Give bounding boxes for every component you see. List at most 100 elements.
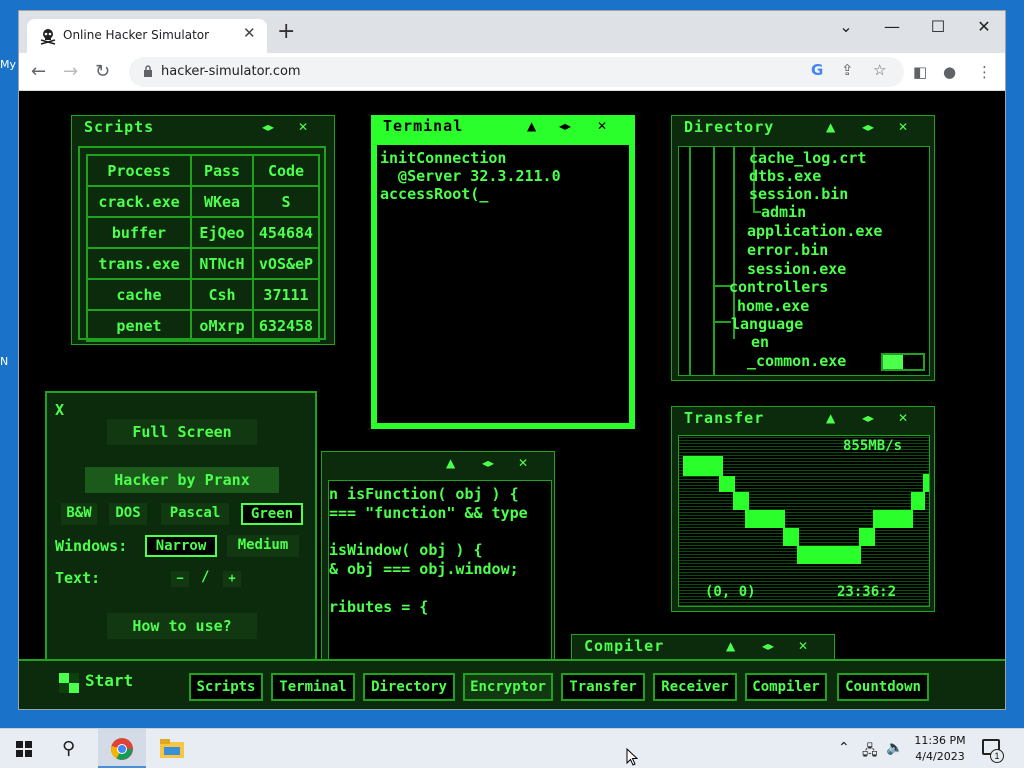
scripts-table-frame: Process Pass Code crack.exe WKea S buffe… xyxy=(78,146,326,342)
close-icon[interactable]: ✕ xyxy=(518,456,528,470)
chevron-up-icon[interactable]: ⌃ xyxy=(838,740,850,756)
profile-avatar[interactable]: ● xyxy=(943,63,956,81)
table-cell: oMxrp xyxy=(190,309,254,342)
menu-icon[interactable]: ⋮ xyxy=(977,63,992,81)
system-clock[interactable]: 11:36 PM 4/4/2023 xyxy=(912,733,968,765)
volume-icon[interactable]: 🔈 xyxy=(886,740,903,756)
resize-icon[interactable]: ◂▸ xyxy=(762,639,774,653)
back-button[interactable]: ← xyxy=(31,61,46,82)
arrow-up-icon[interactable]: ▲ xyxy=(826,120,835,134)
resize-icon[interactable]: ◂▸ xyxy=(559,119,571,133)
color-option-green[interactable]: Green xyxy=(241,503,303,525)
text-decrease-button[interactable]: − xyxy=(171,571,189,587)
text-increase-button[interactable]: + xyxy=(223,571,241,587)
folder-item[interactable]: language xyxy=(731,315,803,333)
file-item[interactable]: error.bin xyxy=(747,241,828,259)
terminal-panel[interactable]: Terminal ▲ ◂▸ ✕ initConnection @Server 3… xyxy=(371,115,635,429)
notification-icon[interactable]: 1 xyxy=(982,739,1004,763)
table-header: Code xyxy=(252,154,320,187)
resize-icon[interactable]: ◂▸ xyxy=(862,120,874,134)
arrow-up-icon[interactable]: ▲ xyxy=(726,639,735,653)
file-item[interactable]: application.exe xyxy=(747,222,882,240)
table-cell: penet xyxy=(86,309,192,342)
network-icon[interactable]: 🖧 xyxy=(862,740,878,764)
search-icon[interactable]: ⚲ xyxy=(62,738,75,759)
terminal-line: initConnection xyxy=(380,149,507,167)
file-item[interactable]: dtbs.exe xyxy=(749,167,821,185)
chrome-taskbar-item[interactable] xyxy=(98,729,146,768)
file-item[interactable]: _common.exe xyxy=(747,352,846,370)
file-item[interactable]: cache_log.crt xyxy=(749,149,866,167)
skull-icon xyxy=(40,29,56,45)
file-explorer-icon[interactable] xyxy=(160,739,184,759)
taskbar-button-terminal[interactable]: Terminal xyxy=(271,673,355,701)
scrollbar-thumb[interactable] xyxy=(883,355,903,369)
file-item[interactable]: session.bin xyxy=(749,185,848,203)
folder-item[interactable]: en xyxy=(751,333,769,351)
resize-icon[interactable]: ◂▸ xyxy=(262,120,274,134)
credit-link[interactable]: Hacker by Pranx xyxy=(85,467,279,493)
taskbar-button-compiler[interactable]: Compiler xyxy=(745,673,827,701)
taskbar-button-scripts[interactable]: Scripts xyxy=(189,673,263,701)
window-close-button[interactable]: ✕ xyxy=(969,17,999,36)
transfer-panel[interactable]: Transfer ▲ ◂▸ ✕ 855MB/s (0, 0) 23:36:2 xyxy=(671,406,935,612)
chevron-down-icon[interactable]: ⌄ xyxy=(831,17,861,36)
close-icon[interactable]: ✕ xyxy=(898,120,908,134)
close-icon[interactable]: ✕ xyxy=(298,120,308,134)
minimize-button[interactable]: — xyxy=(877,17,907,36)
table-header: Pass xyxy=(190,154,254,187)
taskbar-button-countdown[interactable]: Countdown xyxy=(837,673,929,701)
close-icon[interactable]: ✕ xyxy=(898,411,908,425)
scripts-panel[interactable]: Scripts ◂▸ ✕ Process Pass Code crack.exe… xyxy=(71,115,335,345)
how-to-use-button[interactable]: How to use? xyxy=(107,613,257,639)
close-icon[interactable]: ✕ xyxy=(798,639,808,653)
arrow-up-icon[interactable]: ▲ xyxy=(826,411,835,425)
arrow-up-icon[interactable]: ▲ xyxy=(527,119,536,133)
arrow-up-icon[interactable]: ▲ xyxy=(446,456,455,470)
windows-start-icon[interactable] xyxy=(16,741,32,757)
text-label: Text: xyxy=(55,569,101,587)
table-cell: 632458 xyxy=(252,309,320,342)
google-icon[interactable]: G xyxy=(811,61,823,79)
folder-item[interactable]: controllers xyxy=(729,278,828,296)
color-option-pascal[interactable]: Pascal xyxy=(161,503,229,525)
sidepanel-icon[interactable]: ◧ xyxy=(913,63,927,81)
address-bar[interactable]: hacker-simulator.com G ⇪ ☆ xyxy=(129,57,904,87)
directory-panel[interactable]: Directory ▲ ◂▸ ✕ cache_log.crt dtbs.exe … xyxy=(671,115,935,381)
terminal-output[interactable]: initConnection @Server 32.3.211.0 access… xyxy=(377,145,629,423)
star-icon[interactable]: ☆ xyxy=(873,61,886,79)
full-screen-button[interactable]: Full Screen xyxy=(107,419,257,445)
taskbar-button-directory[interactable]: Directory xyxy=(363,673,455,701)
start-button[interactable]: Start xyxy=(85,671,133,690)
taskbar-button-transfer[interactable]: Transfer xyxy=(561,673,645,701)
page-viewport: Scripts ◂▸ ✕ Process Pass Code crack.exe… xyxy=(19,91,1005,709)
reload-button[interactable]: ↻ xyxy=(95,61,110,82)
clock-date: 4/4/2023 xyxy=(915,750,965,763)
window-option-medium[interactable]: Medium xyxy=(227,535,299,557)
taskbar-button-encryptor[interactable]: Encryptor xyxy=(463,673,553,701)
panel-title: Scripts xyxy=(84,118,155,136)
close-icon[interactable]: ✕ xyxy=(597,119,607,133)
browser-tab[interactable]: Online Hacker Simulator ✕ xyxy=(27,19,267,53)
maximize-button[interactable]: ☐ xyxy=(923,17,953,36)
new-tab-button[interactable]: + xyxy=(277,21,295,43)
settings-panel[interactable]: X Full Screen Hacker by Pranx B&W DOS Pa… xyxy=(45,391,317,691)
scrollbar[interactable] xyxy=(881,353,925,371)
resize-icon[interactable]: ◂▸ xyxy=(482,456,494,470)
tree-line xyxy=(733,147,735,339)
close-icon[interactable]: ✕ xyxy=(243,24,256,42)
file-item[interactable]: session.exe xyxy=(747,260,846,278)
window-option-narrow[interactable]: Narrow xyxy=(145,535,217,557)
table-cell: WKea xyxy=(190,185,254,218)
taskbar-button-receiver[interactable]: Receiver xyxy=(653,673,737,701)
table-cell: cache xyxy=(86,278,192,311)
directory-tree[interactable]: cache_log.crt dtbs.exe session.bin admin… xyxy=(678,146,930,376)
close-icon[interactable]: X xyxy=(55,401,64,419)
share-icon[interactable]: ⇪ xyxy=(841,61,854,79)
color-option-bw[interactable]: B&W xyxy=(61,503,97,525)
color-option-dos[interactable]: DOS xyxy=(109,503,147,525)
file-item[interactable]: home.exe xyxy=(737,297,809,315)
folder-item[interactable]: admin xyxy=(761,203,806,221)
forward-button[interactable]: → xyxy=(63,61,78,82)
resize-icon[interactable]: ◂▸ xyxy=(862,411,874,425)
